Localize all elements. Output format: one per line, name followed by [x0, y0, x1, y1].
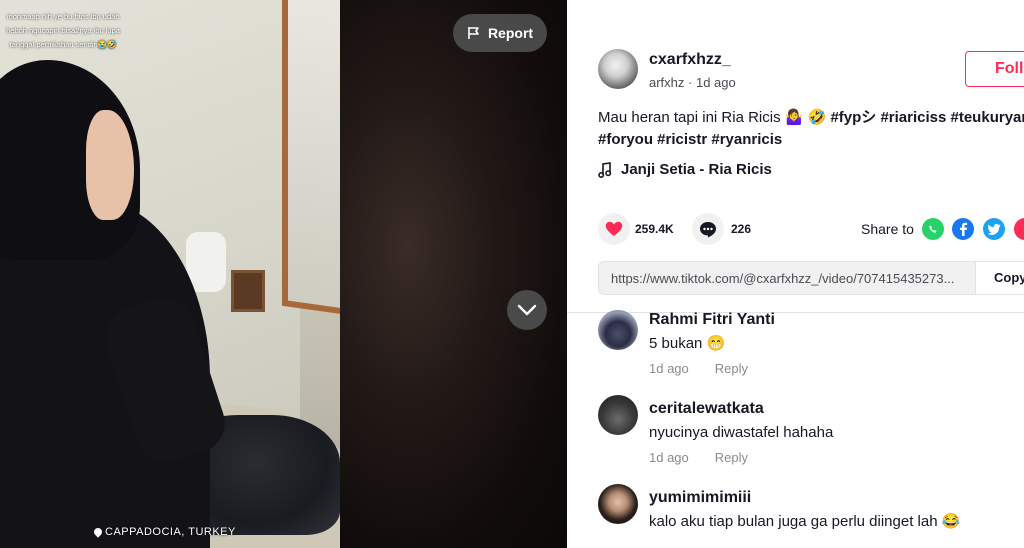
- facebook-icon[interactable]: [952, 218, 974, 240]
- comment-avatar[interactable]: [598, 310, 638, 350]
- comment-avatar[interactable]: [598, 395, 638, 435]
- music-note-icon: [598, 161, 612, 178]
- chevron-down-icon: [517, 304, 537, 316]
- like-count: 259.4K: [635, 222, 674, 236]
- comment-avatar[interactable]: [598, 484, 638, 524]
- video-link-text[interactable]: https://www.tiktok.com/@cxarfxhzz_/video…: [611, 271, 966, 286]
- author-nickname: arfxhz: [649, 75, 685, 90]
- video-details-panel: cxarfxhzz_ arfxhz · 1d ago Follow Mau he…: [567, 0, 1024, 548]
- post-time: 1d ago: [695, 75, 736, 90]
- comments-divider: [567, 312, 1024, 313]
- twitter-icon[interactable]: [983, 218, 1005, 240]
- caption-line-1: Mau heran tapi ini Ria Ricis 🤷‍♀️ 🤣 #fyp…: [598, 107, 1024, 129]
- comment-text: 5 bukan 😁: [649, 335, 726, 352]
- comment-text: kalo aku tiap bulan juga ga perlu diinge…: [649, 513, 961, 530]
- comment-meta: 1d ago Reply: [649, 361, 748, 376]
- reply-button[interactable]: Reply: [715, 361, 748, 376]
- music-link[interactable]: Janji Setia - Ria Ricis: [598, 161, 772, 178]
- copy-link-button[interactable]: Copy link: [975, 262, 1024, 294]
- share-label: Share to: [861, 221, 914, 237]
- comment-time: 1d ago: [649, 361, 689, 376]
- reply-button[interactable]: Reply: [715, 450, 748, 465]
- caption-text: Mau heran tapi ini Ria Ricis 🤷‍♀️ 🤣: [598, 109, 831, 126]
- location-tag: CAPPADOCIA, TURKEY: [92, 526, 236, 538]
- whatsapp-icon[interactable]: [922, 218, 944, 240]
- music-title: Janji Setia - Ria Ricis: [621, 161, 772, 178]
- next-video-button[interactable]: [507, 290, 547, 330]
- author-subline: arfxhz · 1d ago: [649, 75, 736, 90]
- caption-hashtags[interactable]: #fypシ #riariciss #teukuryan: [830, 109, 1024, 126]
- whatsapp-phone-icon: [929, 225, 937, 233]
- video-player[interactable]: monmaap nih ye bu fans ibu udah heboh ng…: [0, 0, 567, 548]
- heart-icon: [605, 221, 623, 236]
- like-button[interactable]: [598, 213, 630, 245]
- video-link-box: https://www.tiktok.com/@cxarfxhzz_/video…: [598, 261, 1024, 295]
- comment-author[interactable]: ceritalewatkata: [649, 400, 764, 418]
- report-button[interactable]: Report: [453, 14, 547, 52]
- location-pin-icon: [92, 526, 104, 538]
- report-label: Report: [487, 25, 534, 41]
- comment-button[interactable]: [692, 213, 724, 245]
- video-overlay-text: monmaap nih ye bu fans ibu udah heboh ng…: [6, 12, 120, 49]
- comment-author[interactable]: Rahmi Fitri Yanti: [649, 311, 775, 329]
- video-frame: monmaap nih ye bu fans ibu udah heboh ng…: [0, 0, 340, 548]
- flag-icon: [468, 27, 479, 39]
- facebook-f-icon: [960, 222, 968, 236]
- location-label: CAPPADOCIA, TURKEY: [105, 526, 236, 538]
- more-share-icon[interactable]: [1014, 218, 1024, 240]
- comment-count: 226: [731, 222, 752, 236]
- twitter-bird-icon: [987, 223, 1000, 235]
- comment-author[interactable]: yumimimimiii: [649, 489, 751, 507]
- comment-time: 1d ago: [649, 450, 689, 465]
- author-username[interactable]: cxarfxhzz_: [649, 51, 731, 69]
- author-avatar[interactable]: [598, 49, 638, 89]
- follow-button[interactable]: Follow: [965, 51, 1024, 87]
- comment-meta: 1d ago Reply: [649, 450, 748, 465]
- video-blur-background: [340, 0, 567, 548]
- video-socket: [231, 270, 265, 312]
- comment-text: nyucinya diwastafel hahaha: [649, 424, 834, 441]
- comment-bubble-icon: [700, 221, 716, 237]
- separator-dot: ·: [688, 75, 696, 90]
- caption-hashtags-2[interactable]: #foryou #ricistr #ryanricis: [598, 129, 1024, 151]
- video-mirror: [282, 0, 340, 315]
- video-caption: Mau heran tapi ini Ria Ricis 🤷‍♀️ 🤣 #fyp…: [598, 107, 1024, 151]
